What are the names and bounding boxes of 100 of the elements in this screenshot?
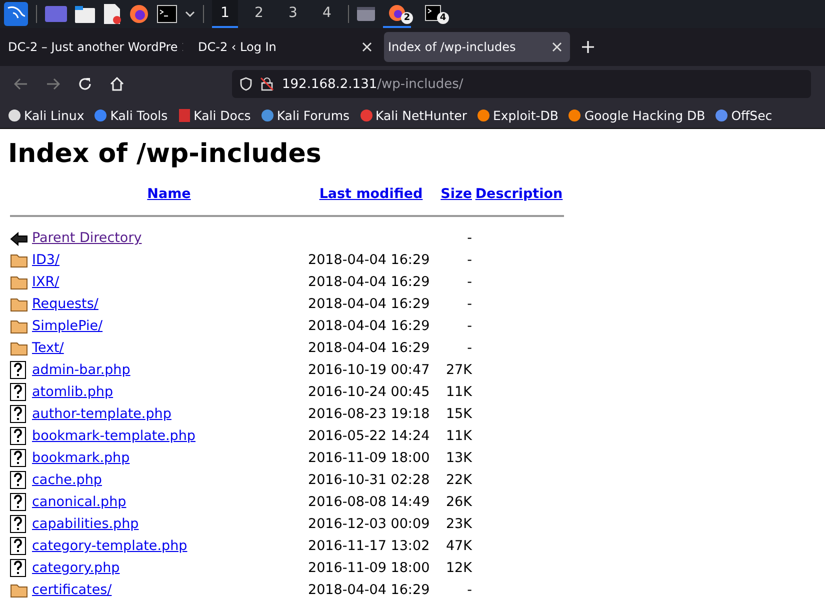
back-arrow-icon — [10, 230, 28, 246]
workspace-button[interactable]: 3 — [280, 0, 306, 28]
file-link[interactable]: canonical.php — [32, 494, 126, 510]
file-link[interactable]: category.php — [32, 560, 120, 576]
folder-icon — [10, 318, 28, 334]
caret-icon[interactable] — [185, 10, 195, 18]
browser-tab[interactable]: DC-2 ‹ Log In — [194, 32, 380, 62]
browser-tab[interactable]: Index of /wp-includes — [384, 32, 570, 62]
bookmark-link[interactable]: Exploit-DB — [477, 108, 558, 122]
bookmark-icon — [715, 108, 728, 122]
bookmark-icon — [477, 108, 490, 122]
file-link[interactable]: admin-bar.php — [32, 362, 130, 378]
taskbar-window[interactable]: 4 — [419, 0, 447, 28]
bookmark-icon — [260, 108, 274, 122]
address-field[interactable]: 192.168.2.131/wp-includes/ — [232, 70, 811, 98]
file-size: - — [467, 296, 472, 312]
file-link[interactable]: Parent Directory — [32, 230, 142, 246]
bookmark-icon — [94, 108, 108, 122]
page-heading: Index of /wp-includes — [8, 139, 322, 169]
file-link[interactable]: Text/ — [32, 340, 64, 356]
bookmark-link[interactable]: Kali Linux — [8, 108, 84, 122]
modified-date: 2018-04-04 16:29 — [308, 582, 430, 598]
unknown-file-icon — [10, 427, 26, 445]
unknown-file-icon — [10, 471, 26, 489]
unknown-file-icon — [10, 515, 26, 533]
file-link[interactable]: SimplePie/ — [32, 318, 103, 334]
close-icon[interactable] — [362, 42, 372, 52]
unknown-file-icon — [10, 405, 26, 423]
file-link[interactable]: ID3/ — [32, 252, 60, 268]
folder-icon — [10, 340, 28, 356]
file-link[interactable]: certificates/ — [32, 582, 112, 598]
bookmark-link[interactable]: Google Hacking DB — [568, 108, 706, 122]
bookmark-icon — [8, 108, 21, 122]
sort-link[interactable]: Name — [147, 186, 191, 202]
bookmark-icon — [568, 108, 582, 122]
folder-icon — [10, 582, 28, 598]
file-link[interactable]: Requests/ — [32, 296, 98, 312]
sort-link[interactable]: Last modified — [319, 186, 423, 202]
file-size: - — [467, 340, 472, 356]
home-icon[interactable] — [110, 77, 124, 91]
modified-date: 2016-12-03 00:09 — [308, 516, 430, 532]
file-size: 11K — [446, 428, 472, 444]
insecure-lock-icon — [260, 77, 274, 91]
kali-menu-icon[interactable] — [4, 2, 28, 26]
unknown-file-icon — [10, 559, 26, 577]
bookmark-icon — [360, 108, 373, 122]
file-link[interactable]: bookmark.php — [32, 450, 130, 466]
file-link[interactable]: cache.php — [32, 472, 102, 488]
file-link[interactable]: atomlib.php — [32, 384, 114, 400]
file-size: - — [467, 230, 472, 246]
workspace-button[interactable]: 2 — [246, 0, 272, 28]
modified-date: 2016-10-31 02:28 — [308, 472, 430, 488]
file-size: - — [467, 318, 472, 334]
modified-date: 2016-08-08 14:49 — [308, 494, 430, 510]
workspace-button[interactable]: 1 — [212, 0, 238, 28]
firefox-icon[interactable] — [129, 4, 149, 24]
bookmark-link[interactable]: Kali Tools — [94, 108, 168, 122]
new-tab-icon[interactable] — [582, 41, 594, 53]
folder-icon[interactable] — [75, 6, 95, 22]
tab-title: DC-2 – Just another WordPre — [8, 40, 178, 54]
tab-title: Index of /wp-includes — [388, 40, 516, 54]
file-size: 26K — [446, 494, 472, 510]
modified-date: 2018-04-04 16:29 — [308, 274, 430, 290]
file-size: 11K — [446, 384, 472, 400]
unknown-file-icon — [10, 493, 26, 511]
unknown-file-icon — [10, 537, 26, 555]
forward-icon[interactable] — [46, 78, 60, 90]
bookmark-link[interactable]: Kali Forums — [260, 108, 350, 122]
modified-date: 2016-08-23 19:18 — [308, 406, 430, 422]
bookmark-link[interactable]: Kali Docs — [178, 108, 251, 122]
bookmark-icon — [178, 108, 191, 122]
url-text: 192.168.2.131/wp-includes/ — [282, 76, 464, 92]
folder-icon — [10, 296, 28, 312]
bookmark-link[interactable]: OffSec — [715, 108, 772, 122]
modified-date: 2016-05-22 14:24 — [308, 428, 430, 444]
terminal-icon[interactable] — [157, 5, 177, 23]
back-icon[interactable] — [14, 78, 28, 90]
file-size: 47K — [446, 538, 472, 554]
file-size: 12K — [446, 560, 472, 576]
file-link[interactable]: category-template.php — [32, 538, 188, 554]
modified-date: 2016-11-09 18:00 — [308, 450, 430, 466]
file-link[interactable]: IXR/ — [32, 274, 60, 290]
sort-link[interactable]: Description — [475, 186, 563, 202]
modified-date: 2016-10-24 00:45 — [308, 384, 430, 400]
file-size: 23K — [446, 516, 472, 532]
browser-tab[interactable]: DC-2 – Just another WordPre — [4, 32, 190, 62]
file-size: - — [467, 252, 472, 268]
close-icon[interactable] — [552, 42, 562, 52]
file-link[interactable]: author-template.php — [32, 406, 172, 422]
sort-link[interactable]: Size — [440, 186, 472, 202]
document-icon[interactable] — [103, 4, 121, 24]
reload-icon[interactable] — [78, 77, 92, 91]
folder-icon — [10, 252, 28, 268]
workspace-button[interactable]: 4 — [314, 0, 340, 28]
folder-icon — [10, 274, 28, 290]
bookmark-link[interactable]: Kali NetHunter — [360, 108, 468, 122]
modified-date: 2018-04-04 16:29 — [308, 252, 430, 268]
window-count-badge: 4 — [437, 12, 449, 24]
file-link[interactable]: bookmark-template.php — [32, 428, 196, 444]
file-link[interactable]: capabilities.php — [32, 516, 139, 532]
